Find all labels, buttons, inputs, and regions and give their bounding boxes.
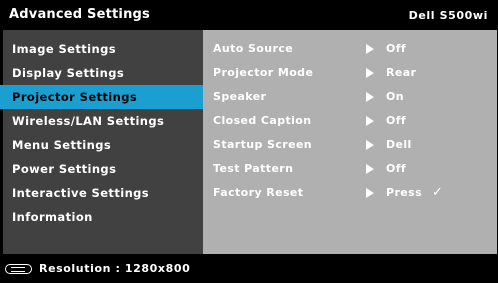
setting-label: Factory Reset (213, 186, 304, 199)
remote-control-icon (5, 264, 32, 274)
arrow-right-icon (366, 188, 374, 198)
model-name: Dell S500wi (408, 9, 488, 22)
setting-closed-caption[interactable]: Closed Caption Off (203, 109, 497, 133)
arrow-right-icon (366, 140, 374, 150)
setting-auto-source[interactable]: Auto Source Off (203, 37, 497, 61)
menu-item-interactive-settings[interactable]: Interactive Settings (3, 181, 203, 205)
setting-value: Off (386, 162, 407, 175)
arrow-right-icon (366, 116, 374, 126)
menu-item-wireless-lan-settings[interactable]: Wireless/LAN Settings (3, 109, 203, 133)
setting-value: Off (386, 42, 407, 55)
menu-item-projector-settings[interactable]: Projector Settings (0, 85, 203, 109)
menu-item-power-settings[interactable]: Power Settings (3, 157, 203, 181)
resolution-text: Resolution : 1280x800 (39, 262, 191, 275)
setting-value: On (386, 90, 404, 103)
setting-test-pattern[interactable]: Test Pattern Off (203, 157, 497, 181)
arrow-right-icon (366, 44, 374, 54)
setting-factory-reset[interactable]: Factory Reset Press ✓ (203, 181, 497, 205)
setting-label: Projector Mode (213, 66, 314, 79)
setting-label: Auto Source (213, 42, 294, 55)
sidebar-menu: Image Settings Display Settings Projecto… (0, 37, 203, 229)
header-bar: Advanced Settings Dell S500wi (0, 0, 498, 29)
setting-label: Speaker (213, 90, 267, 103)
arrow-right-icon (366, 68, 374, 78)
arrow-right-icon (366, 164, 374, 174)
page-title: Advanced Settings (9, 7, 150, 22)
setting-projector-mode[interactable]: Projector Mode Rear (203, 61, 497, 85)
checkmark-icon: ✓ (432, 185, 444, 200)
menu-item-display-settings[interactable]: Display Settings (3, 61, 203, 85)
setting-label: Test Pattern (213, 162, 294, 175)
menu-item-menu-settings[interactable]: Menu Settings (3, 133, 203, 157)
setting-value: Off (386, 114, 407, 127)
footer-bar: Resolution : 1280x800 (0, 256, 498, 283)
setting-value: Press (386, 186, 423, 199)
setting-value: Dell (386, 138, 412, 151)
setting-label: Startup Screen (213, 138, 313, 151)
setting-label: Closed Caption (213, 114, 312, 127)
menu-item-information[interactable]: Information (3, 205, 203, 229)
setting-startup-screen[interactable]: Startup Screen Dell (203, 133, 497, 157)
setting-speaker[interactable]: Speaker On (203, 85, 497, 109)
menu-item-image-settings[interactable]: Image Settings (3, 37, 203, 61)
arrow-right-icon (366, 92, 374, 102)
settings-panel: Auto Source Off Projector Mode Rear Spea… (203, 30, 497, 254)
setting-value: Rear (386, 66, 417, 79)
